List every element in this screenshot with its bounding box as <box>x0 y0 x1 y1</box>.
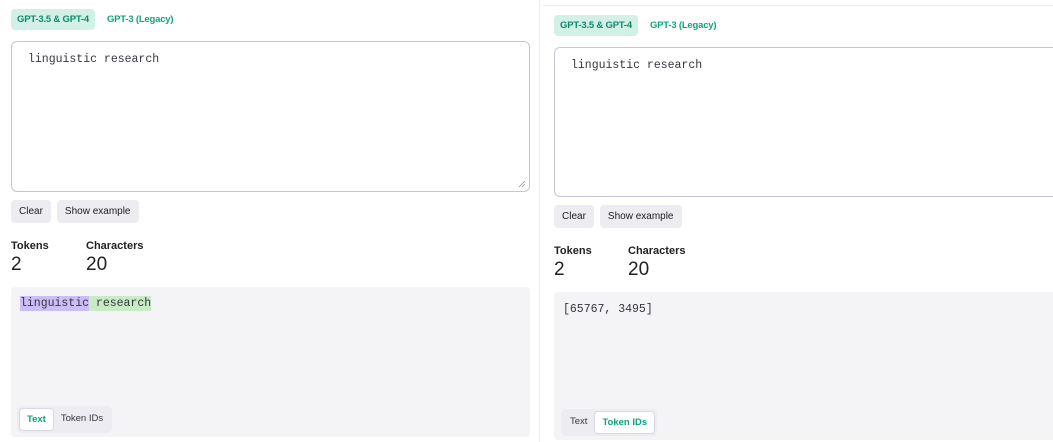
prompt-input-box: linguistic research <box>11 41 530 192</box>
token-stats: Tokens 2 Characters 20 <box>554 245 685 281</box>
tab-gpt35-gpt4[interactable]: GPT-3.5 & GPT-4 <box>11 9 95 30</box>
prompt-input[interactable]: linguistic research <box>12 42 529 191</box>
token-ids-text: [65767, 3495] <box>563 303 653 316</box>
clear-button[interactable]: Clear <box>11 200 51 223</box>
prompt-input-box: linguistic research <box>554 47 1053 197</box>
token-chip: linguistic <box>20 296 90 311</box>
characters-count: 20 <box>86 254 108 275</box>
clear-button[interactable]: Clear <box>554 205 594 228</box>
tokens-stat: Tokens 2 <box>554 245 628 281</box>
tokens-label: Tokens <box>11 240 49 252</box>
characters-stat: Characters 20 <box>628 245 685 281</box>
tab-gpt3-legacy[interactable]: GPT-3 (Legacy) <box>101 9 179 30</box>
output-view-toggle: Text Token IDs <box>561 409 658 436</box>
characters-stat: Characters 20 <box>86 240 143 276</box>
tab-gpt3-legacy[interactable]: GPT-3 (Legacy) <box>644 15 722 36</box>
token-highlight-text: linguistic research <box>20 296 152 311</box>
characters-count: 20 <box>628 259 650 280</box>
tokens-label: Tokens <box>554 245 592 257</box>
characters-label: Characters <box>628 245 686 257</box>
token-chip: research <box>89 296 152 311</box>
tokens-count: 2 <box>11 254 22 275</box>
token-stats: Tokens 2 Characters 20 <box>11 240 143 276</box>
show-example-button[interactable]: Show example <box>599 205 682 228</box>
tokens-stat: Tokens 2 <box>11 240 86 276</box>
view-tab-text[interactable]: Text <box>563 411 594 434</box>
view-tab-token-ids[interactable]: Token IDs <box>54 408 110 431</box>
action-buttons: Clear Show example <box>554 205 682 228</box>
characters-label: Characters <box>86 240 144 252</box>
output-view-toggle: Text Token IDs <box>17 406 113 433</box>
tokenizer-panel-text-view: GPT-3.5 & GPT-4 GPT-3 (Legacy) linguisti… <box>0 0 538 442</box>
model-tabs: GPT-3.5 & GPT-4 GPT-3 (Legacy) <box>554 15 722 36</box>
tokenizer-panel-token-ids-view: GPT-3.5 & GPT-4 GPT-3 (Legacy) linguisti… <box>543 0 1053 442</box>
view-tab-token-ids[interactable]: Token IDs <box>594 411 656 434</box>
token-ids-output: [65767, 3495] Text Token IDs <box>554 292 1053 440</box>
resize-handle-icon[interactable] <box>518 180 526 188</box>
tab-gpt35-gpt4[interactable]: GPT-3.5 & GPT-4 <box>554 15 638 36</box>
view-tab-text[interactable]: Text <box>19 408 54 431</box>
model-tabs: GPT-3.5 & GPT-4 GPT-3 (Legacy) <box>11 9 179 30</box>
panel-divider <box>539 0 540 442</box>
tokenized-output: linguistic research Text Token IDs <box>11 287 530 437</box>
action-buttons: Clear Show example <box>11 200 139 223</box>
tokens-count: 2 <box>554 259 565 280</box>
show-example-button[interactable]: Show example <box>56 200 139 223</box>
prompt-input[interactable]: linguistic research <box>555 48 1053 196</box>
